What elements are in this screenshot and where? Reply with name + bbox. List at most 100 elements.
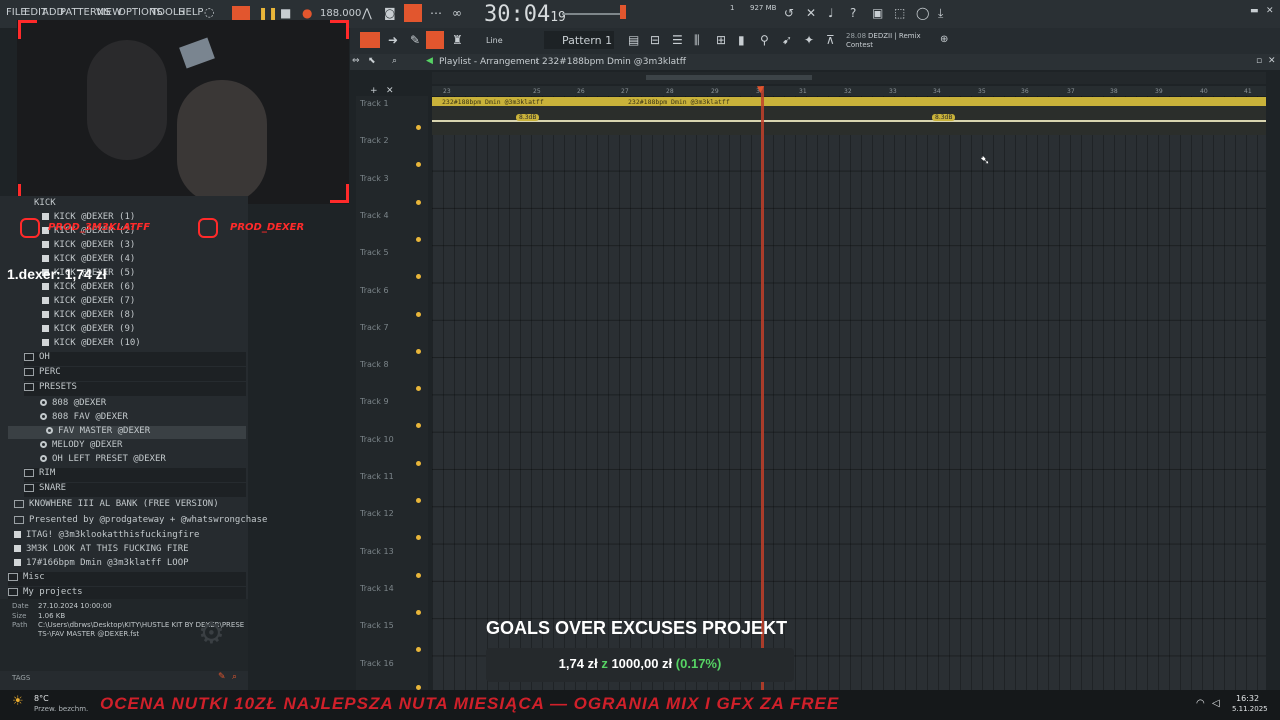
chat-icon[interactable]: ◯	[916, 6, 929, 20]
track-enable-dot[interactable]	[416, 460, 421, 466]
cart-icon[interactable]: ⊼	[826, 33, 835, 47]
folder-kick[interactable]: KICK	[34, 198, 56, 208]
folder-rim[interactable]: RIM	[24, 468, 246, 482]
track-enable-dot[interactable]	[416, 498, 421, 503]
track-enable-dot[interactable]	[416, 572, 421, 578]
preset-item[interactable]: FAV MASTER @DEXER	[8, 426, 246, 439]
record-icon[interactable]: ●	[302, 6, 312, 20]
track-name[interactable]: Track 11	[360, 472, 394, 481]
timeline-scroll-thumb[interactable]	[646, 75, 812, 80]
help-icon[interactable]: ?	[850, 6, 856, 20]
audio-clip-header[interactable]	[432, 97, 1266, 106]
stamp-icon[interactable]: ♜	[452, 33, 463, 47]
remove-track-icon[interactable]: ✕	[386, 86, 394, 96]
sample-kick[interactable]: KICK @DEXER (1)	[42, 212, 135, 222]
folder-my-projects[interactable]: My projects	[8, 587, 246, 599]
loop-icon[interactable]: ∞	[452, 6, 462, 20]
wand-icon[interactable]: ✦	[804, 33, 814, 47]
sample-kick[interactable]: KICK @DEXER (10)	[42, 338, 141, 348]
bpm-display[interactable]: 188.000	[320, 8, 361, 19]
volume-icon[interactable]: ◁	[1212, 698, 1220, 709]
track-enable-dot[interactable]	[416, 311, 421, 317]
playlist-icon[interactable]: ▤	[628, 33, 639, 47]
pencil-tool-icon[interactable]	[426, 31, 444, 49]
track-enable-dot[interactable]	[416, 609, 421, 615]
metronome-icon[interactable]: ⋀	[362, 6, 372, 20]
track-name[interactable]: Track 12	[360, 509, 394, 518]
weather-temp[interactable]: 8°C	[34, 694, 49, 703]
master-volume-slider[interactable]	[562, 13, 626, 15]
track-name[interactable]: Track 7	[360, 323, 389, 332]
playlist-max-icon[interactable]: ▫	[1256, 56, 1262, 66]
minimize-icon[interactable]: ▬	[1250, 6, 1259, 16]
track-enable-dot[interactable]	[416, 684, 421, 690]
folder-snare[interactable]: SNARE	[24, 483, 246, 497]
sample-kick[interactable]: KICK @DEXER (3)	[42, 240, 135, 250]
select-icon[interactable]: ⬉	[368, 56, 376, 66]
save-icon[interactable]: ▣	[872, 6, 883, 20]
move-arrows-icon[interactable]: ⇔	[352, 56, 360, 66]
track-name[interactable]: Track 9	[360, 397, 389, 406]
tree-icon[interactable]: ⊞	[716, 33, 726, 47]
pack-presented[interactable]: Presented by @prodgateway + @whatswrongc…	[14, 515, 267, 525]
step-icon[interactable]	[404, 4, 422, 22]
cut-icon[interactable]: ✕	[806, 6, 816, 20]
track-enable-dot[interactable]	[416, 348, 421, 354]
playlist-arrow-icon[interactable]: ◀	[426, 56, 433, 66]
sample-kick[interactable]: KICK @DEXER (4)	[42, 254, 135, 264]
add-track-icon[interactable]: +	[370, 86, 378, 96]
file-itag[interactable]: ITAG! @3m3klookatthisfuckingfire	[14, 530, 199, 540]
folder-presets[interactable]: PRESETS	[24, 382, 246, 396]
play-pause-icon[interactable]: ❚❚	[258, 6, 278, 20]
track-name[interactable]: Track 1	[360, 99, 389, 108]
taskbar-date[interactable]: 5.11.2025	[1232, 705, 1268, 713]
clip-volume-tag-2[interactable]: 8.3dB	[932, 114, 956, 121]
preset-item[interactable]: OH LEFT PRESET @DEXER	[40, 454, 166, 464]
folder-perc[interactable]: PERC	[24, 367, 246, 381]
preset-item[interactable]: 808 @DEXER	[40, 398, 106, 408]
track-name[interactable]: Track 16	[360, 659, 394, 668]
waveform-icon[interactable]: ◙	[384, 6, 396, 20]
pick-icon[interactable]: ➹	[782, 33, 792, 47]
track-name[interactable]: Track 4	[360, 211, 389, 220]
taskbar-clock[interactable]: 16:32	[1236, 694, 1259, 703]
folder-oh[interactable]: OH	[24, 352, 246, 366]
countdown-icon[interactable]: ⋯	[430, 6, 442, 20]
globe-icon[interactable]: ⊕	[940, 34, 948, 45]
track-name[interactable]: Track 3	[360, 174, 389, 183]
file-icon[interactable]: ▮	[738, 33, 745, 47]
preset-item[interactable]: MELODY @DEXER	[40, 440, 122, 450]
tag-search-icon[interactable]: ⌕	[232, 672, 237, 682]
playhead-marker-icon[interactable]: ▼	[757, 85, 764, 95]
mixer-icon[interactable]: ⫼	[694, 33, 700, 48]
file-3m3k[interactable]: 3M3K LOOK AT THIS FUCKING FIRE	[14, 544, 189, 554]
pack-knowhere[interactable]: KNOWHERE III AL BANK (FREE VERSION)	[14, 499, 219, 509]
track-name[interactable]: Track 13	[360, 547, 394, 556]
record-mode-icon[interactable]	[232, 6, 250, 20]
tag-edit-icon[interactable]: ✎	[218, 672, 226, 682]
mic-icon[interactable]: ♩	[828, 6, 834, 20]
close-icon[interactable]: ✕	[1266, 6, 1274, 16]
wifi-icon[interactable]: ◠	[1196, 698, 1205, 709]
timeline-scroll[interactable]	[432, 72, 1266, 84]
piano-roll-icon[interactable]: ⊟	[650, 33, 660, 47]
undo-icon[interactable]: ↺	[784, 6, 794, 20]
track-enable-dot[interactable]	[416, 125, 421, 130]
channel-rack-icon[interactable]: ☰	[672, 33, 683, 47]
sample-kick[interactable]: KICK @DEXER (8)	[42, 310, 135, 320]
plug-icon[interactable]: ⚲	[760, 33, 769, 47]
brush-icon[interactable]: ✎	[410, 33, 420, 47]
news-text[interactable]: DEDZII | Remix Contest	[846, 32, 922, 50]
track-name[interactable]: Track 2	[360, 136, 389, 145]
sample-kick[interactable]: KICK @DEXER (9)	[42, 324, 135, 334]
track-name[interactable]: Track 14	[360, 584, 394, 593]
track-name[interactable]: Track 6	[360, 286, 389, 295]
playlist-grid[interactable]	[432, 96, 1266, 696]
file-loop[interactable]: 17#166bpm Dmin @3m3klatff LOOP	[14, 558, 189, 568]
snap-select[interactable]: Line	[486, 36, 503, 45]
track-name[interactable]: Track 10	[360, 435, 394, 444]
zoom-icon[interactable]: ⌕	[392, 56, 397, 66]
playhead[interactable]	[761, 86, 764, 696]
sample-kick[interactable]: KICK @DEXER (6)	[42, 282, 135, 292]
menu-help[interactable]: HELP	[178, 7, 203, 18]
